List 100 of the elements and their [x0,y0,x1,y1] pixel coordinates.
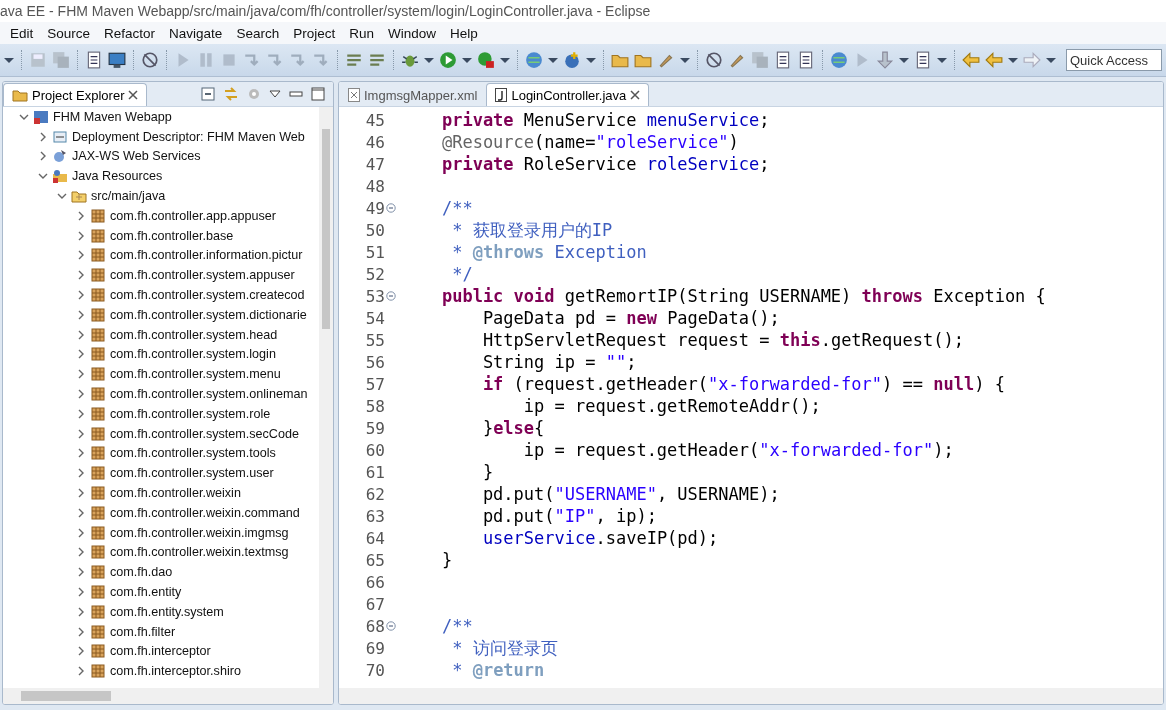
tree-item[interactable]: com.fh.controller.system.tools [110,446,276,461]
slashed-circle-icon[interactable] [141,51,159,69]
list-icon[interactable] [345,51,363,69]
tree-item[interactable]: com.fh.controller.system.onlineman [110,387,308,402]
chevron-icon[interactable] [76,230,86,241]
tree-item[interactable]: com.fh.controller.system.createcod [110,288,305,303]
tree-item[interactable]: JAX-WS Web Services [72,149,201,164]
menu-item[interactable]: Window [381,25,442,41]
tree-item[interactable]: com.fh.controller.weixin.imgmsg [110,525,289,540]
menu-item[interactable]: Source [41,25,97,41]
chevron-icon[interactable] [76,468,86,479]
caret-icon[interactable] [548,56,558,64]
tree-item[interactable]: com.fh.controller.information.pictur [110,248,303,263]
caret-icon[interactable] [899,56,909,64]
tree-item[interactable]: com.fh.entity.system [110,604,224,619]
chevron-icon[interactable] [38,131,48,142]
explorer-tab[interactable]: Project Explorer [3,83,148,106]
tree-item[interactable]: com.fh.controller.weixin.textmsg [110,545,289,560]
tree-item[interactable]: com.fh.controller.system.login [110,347,276,362]
chevron-icon[interactable] [76,646,86,657]
tree-item[interactable]: com.fh.controller.base [110,228,234,243]
caret-icon[interactable] [937,56,947,64]
collapse-all-icon[interactable] [201,87,215,101]
horizontal-scrollbar[interactable] [3,688,333,704]
chevron-icon[interactable] [76,488,86,499]
caret-icon[interactable] [680,56,690,64]
menu-item[interactable]: Refactor [98,25,162,41]
editor-tab[interactable]: LoginController.java [486,83,650,106]
menu-item[interactable]: Run [343,25,380,41]
chevron-icon[interactable] [76,270,86,281]
tree-item[interactable]: src/main/java [91,189,166,204]
quick-access-field[interactable]: Quick Access [1066,49,1162,71]
run-icon[interactable] [439,51,457,69]
chevron-icon[interactable] [76,349,86,360]
chevron-icon[interactable] [76,448,86,459]
chevron-icon[interactable] [38,151,48,162]
close-icon[interactable] [630,90,641,100]
arrow-left-icon[interactable] [985,51,1003,69]
minimize-icon[interactable] [289,91,303,97]
chevron-icon[interactable] [76,250,86,261]
chevron-icon[interactable] [76,666,86,677]
run-server-icon[interactable] [477,51,495,69]
chevron-icon[interactable] [76,290,86,301]
tree-item[interactable]: com.fh.controller.system.user [110,466,274,481]
caret-icon[interactable] [424,56,434,64]
page-icon[interactable] [774,51,792,69]
tree-item[interactable]: com.fh.dao [110,565,173,580]
chevron-icon[interactable] [76,428,86,439]
chevron-icon[interactable] [76,527,86,538]
tree-item[interactable]: com.fh.controller.app.appuser [110,208,276,223]
tree-item[interactable]: Java Resources [72,169,163,184]
chevron-icon[interactable] [76,587,86,597]
chevron-icon[interactable] [76,507,86,518]
tree-item[interactable]: com.fh.controller.system.head [110,327,278,342]
tree-item[interactable]: com.fh.filter [110,624,176,639]
caret-icon[interactable] [1046,56,1056,64]
tree-item[interactable]: Deployment Descriptor: FHM Maven Web [72,129,305,144]
menu-item[interactable]: Help [443,25,484,41]
tree-item[interactable]: com.fh.interceptor.shiro [110,664,241,679]
tree-item[interactable]: com.fh.controller.system.role [110,406,271,421]
caret-icon[interactable] [462,56,472,64]
horizontal-scrollbar[interactable] [339,688,1163,704]
caret-icon[interactable] [4,56,14,64]
globe-icon[interactable] [830,51,848,69]
tree-item[interactable]: com.fh.interceptor [110,644,211,659]
chevron-icon[interactable] [76,309,86,320]
view-menu-icon[interactable] [269,90,281,98]
menu-item[interactable]: Search [230,25,286,41]
chevron-icon[interactable] [76,626,86,637]
arrow-down-icon[interactable] [876,51,894,69]
tree-item[interactable]: com.fh.entity [110,585,182,599]
caret-icon[interactable] [1008,56,1018,64]
caret-icon[interactable] [500,56,510,64]
tree-item[interactable]: com.fh.controller.system.dictionarie [110,307,307,322]
monitor-icon[interactable] [108,51,126,69]
vertical-scrollbar[interactable] [319,107,333,688]
menu-item[interactable]: Navigate [163,25,229,41]
chevron-icon[interactable] [76,210,86,221]
chevron-icon[interactable] [76,329,86,340]
tree-item[interactable]: com.fh.controller.weixin [110,486,241,501]
tree-item[interactable]: com.fh.controller.system.menu [110,367,281,382]
editor-tab[interactable]: ImgmsgMapper.xml [339,83,487,106]
maximize-icon[interactable] [311,87,325,101]
chevron-icon[interactable] [76,606,86,617]
menu-item[interactable]: Project [287,25,342,41]
tree-item[interactable]: com.fh.controller.system.appuser [110,268,295,283]
tree-item[interactable]: com.fh.controller.weixin.command [110,505,300,520]
chevron-icon[interactable] [76,408,86,419]
chevron-icon[interactable] [76,369,86,380]
close-icon[interactable] [128,90,139,100]
page-icon[interactable] [797,51,815,69]
chevron-icon[interactable] [76,567,86,578]
tree-item[interactable]: FHM Maven Webapp [53,109,172,124]
chevron-icon[interactable] [76,547,86,558]
page-icon[interactable] [914,51,932,69]
menu-item[interactable]: Edit [4,25,40,41]
arrow-left-icon[interactable] [962,51,980,69]
tree-item[interactable]: com.fh.controller.system.secCode [110,426,299,441]
caret-icon[interactable] [586,56,596,64]
chevron-icon[interactable] [76,389,86,400]
